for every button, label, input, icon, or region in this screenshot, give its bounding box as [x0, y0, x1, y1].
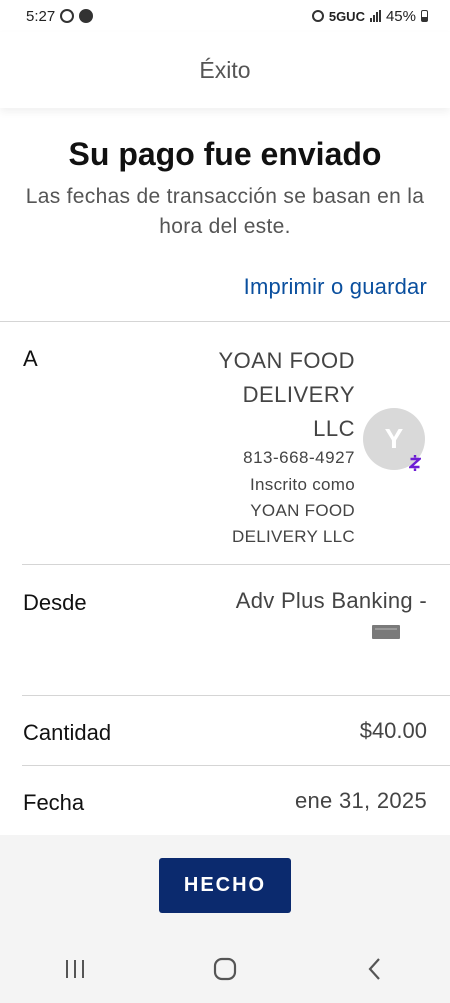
from-account: Adv Plus Banking -: [235, 588, 427, 613]
page-title: Éxito: [199, 56, 251, 83]
signal-icon: [369, 10, 381, 22]
recent-apps-icon[interactable]: [45, 949, 105, 989]
divider: [0, 321, 450, 322]
confirmation-subtitle: Las fechas de transacción se basan en la…: [25, 185, 425, 238]
from-label: Desde: [23, 590, 87, 615]
avatar-initial: Y: [384, 423, 404, 454]
home-icon[interactable]: [195, 949, 255, 989]
divider: [22, 695, 450, 696]
back-icon[interactable]: [345, 949, 405, 989]
whatsapp-icon: [60, 9, 75, 23]
recipient-name-line: YOAN FOOD: [218, 348, 355, 373]
messenger-icon: [79, 9, 94, 23]
enrolled-as-label: Inscrito como: [250, 475, 355, 494]
zelle-icon: [407, 454, 423, 472]
network-type: 5GUC: [328, 8, 365, 24]
amount-label: Cantidad: [23, 720, 112, 745]
masked-account-number: [372, 625, 400, 639]
recipient-phone: 813-668-4927: [243, 448, 355, 467]
footer: HECHO: [0, 835, 450, 935]
battery-icon: [421, 10, 428, 22]
enrolled-name-line: YOAN FOOD: [250, 501, 355, 520]
status-right: 5GUC 45%: [311, 7, 428, 25]
divider: [22, 765, 450, 766]
divider: [22, 564, 450, 565]
confirmation-content: Su pago fue enviado Las fechas de transa…: [0, 108, 450, 835]
battery-percent: 45%: [385, 7, 416, 25]
enrolled-name-line: DELIVERY LLC: [232, 527, 355, 546]
status-left: 5:27: [26, 7, 94, 25]
app-bar: Éxito: [0, 32, 450, 108]
alarm-icon: [311, 10, 324, 22]
status-bar: 5:27 5GUC 45%: [0, 0, 450, 32]
date-value: ene 31, 2025: [294, 788, 427, 813]
recipient-name-line: LLC: [313, 416, 355, 441]
amount-value: $40.00: [359, 718, 427, 743]
recipient-name-line: DELIVERY: [242, 382, 355, 407]
confirmation-title: Su pago fue enviado: [68, 136, 382, 172]
system-nav-bar: [0, 935, 450, 1003]
recipient-details: YOAN FOOD DELIVERY LLC 813-668-4927 Insc…: [135, 344, 355, 550]
print-or-save-link[interactable]: Imprimir o guardar: [244, 274, 427, 300]
to-label: A: [23, 346, 38, 371]
status-time: 5:27: [26, 7, 56, 25]
date-label: Fecha: [23, 790, 85, 815]
done-button[interactable]: HECHO: [159, 858, 291, 913]
